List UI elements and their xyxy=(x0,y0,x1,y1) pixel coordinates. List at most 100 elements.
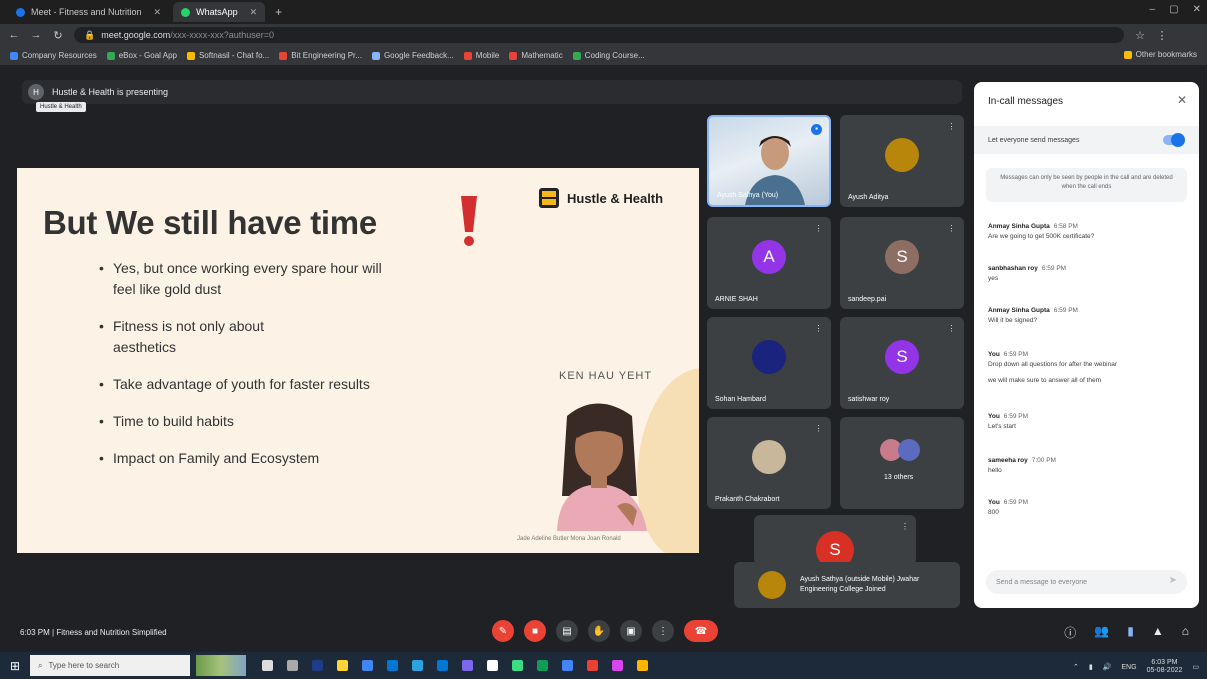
tab-label: Meet - Fitness and Nutrition xyxy=(31,7,142,17)
back-icon[interactable]: ← xyxy=(8,29,20,41)
file-explorer-icon[interactable] xyxy=(337,660,348,671)
participant-tile[interactable]: S ⋮ satishwar roy xyxy=(840,317,964,409)
app-icon[interactable] xyxy=(612,660,623,671)
windows-start-icon[interactable]: ⊞ xyxy=(0,652,30,679)
participant-name: sandeep.pai xyxy=(848,296,887,303)
bookmark-item[interactable]: eBox - Goal App xyxy=(106,51,177,60)
presenter-avatar: H xyxy=(28,84,44,100)
captions-button[interactable]: ▤ xyxy=(556,620,578,642)
info-icon[interactable]: ⓘ xyxy=(1064,624,1076,641)
star-icon[interactable]: ☆ xyxy=(1134,29,1146,42)
participant-tile[interactable]: ▪ Ayush Salhya (You) xyxy=(707,115,831,207)
app-icon[interactable] xyxy=(312,660,323,671)
url-input[interactable]: 🔒 meet.google.com /xxx-xxxx-xxx?authuser… xyxy=(74,27,1124,43)
exclamation-icon xyxy=(461,196,477,246)
camera-off-icon: ■ xyxy=(531,625,539,637)
participant-tile[interactable]: ⋮ Sohan Hambard xyxy=(707,317,831,409)
app-icon[interactable] xyxy=(512,660,523,671)
people-icon[interactable]: 👥 xyxy=(1094,624,1109,641)
mic-off-icon: ⋮ xyxy=(947,324,956,333)
task-view-icon[interactable] xyxy=(262,660,273,671)
brand-name: Hustle & Health xyxy=(567,190,664,206)
language-indicator[interactable]: ENG xyxy=(1121,664,1136,671)
activities-icon[interactable]: ▲ xyxy=(1152,624,1164,641)
participant-tile[interactable]: S ⋮ sandeep.pai xyxy=(840,217,964,309)
widgets-icon[interactable] xyxy=(287,660,298,671)
bookmark-item[interactable]: Company Resources xyxy=(10,51,97,60)
message-text: hello xyxy=(988,467,1002,474)
other-bookmarks[interactable]: Other bookmarks xyxy=(1123,50,1197,59)
app-icon[interactable] xyxy=(412,660,423,671)
slide-brand: Hustle & Health xyxy=(539,188,663,208)
reload-icon[interactable]: ↻ xyxy=(52,29,64,42)
allow-messages-toggle[interactable] xyxy=(1163,133,1185,147)
mic-off-icon: ⋮ xyxy=(814,224,823,233)
close-tab-icon[interactable]: ✕ xyxy=(250,7,258,18)
bookmark-item[interactable]: Mobile xyxy=(463,51,499,60)
send-icon[interactable]: ➤ xyxy=(1169,575,1177,586)
taskbar-search-input[interactable]: ⌕ Type here to search xyxy=(30,655,190,676)
windows-taskbar: ⊞ ⌕ Type here to search ⌃ ▮ 🔊 ENG 6:03 P… xyxy=(0,652,1207,679)
participant-tile[interactable]: ⋮ Prakanth Chakrabort xyxy=(707,417,831,509)
participant-avatar xyxy=(752,440,786,475)
chat-message-input[interactable]: Send a message to everyone ➤ xyxy=(986,570,1187,594)
participant-tile-others[interactable]: 13 others xyxy=(840,417,964,509)
bookmark-item[interactable]: Mathematic xyxy=(509,51,563,60)
tray-arrow-icon[interactable]: ⌃ xyxy=(1073,663,1079,671)
bookmark-item[interactable]: Bit Engineering Pr... xyxy=(279,51,362,60)
bookmark-icon xyxy=(371,51,380,60)
search-placeholder: Type here to search xyxy=(48,661,120,670)
clock[interactable]: 6:03 PM 05-08-2022 xyxy=(1147,659,1183,675)
app-icon[interactable] xyxy=(437,660,448,671)
volume-icon[interactable]: 🔊 xyxy=(1103,663,1112,671)
present-button[interactable]: ▣ xyxy=(620,620,642,642)
tab-label: WhatsApp xyxy=(196,7,238,17)
mic-off-icon: ⋮ xyxy=(814,324,823,333)
participant-tile[interactable]: A ⋮ ARNIE SHAH xyxy=(707,217,831,309)
app-icon[interactable] xyxy=(362,660,373,671)
lock-icon[interactable]: ⌂ xyxy=(1182,624,1189,641)
new-tab-button[interactable]: + xyxy=(269,5,288,19)
close-icon[interactable]: ✕ xyxy=(1177,93,1187,107)
minimize-button[interactable]: – xyxy=(1150,4,1156,15)
chat-icon[interactable]: ▮ xyxy=(1127,624,1134,641)
forward-icon[interactable]: → xyxy=(30,29,42,41)
participant-avatar: S xyxy=(816,531,854,565)
camera-toggle-button[interactable]: ■ xyxy=(524,620,546,642)
app-icon[interactable] xyxy=(462,660,473,671)
chrome-icon[interactable] xyxy=(537,660,548,671)
maximize-button[interactable]: ▢ xyxy=(1169,4,1178,15)
close-window-button[interactable]: ✕ xyxy=(1193,4,1201,15)
participant-tile[interactable]: ⋮ Ayush Aditya xyxy=(840,115,964,207)
presenting-tile[interactable]: S ⋮ xyxy=(754,515,916,565)
raise-hand-button[interactable]: ✋ xyxy=(588,620,610,642)
browser-tab-whatsapp[interactable]: WhatsApp ✕ xyxy=(173,2,266,22)
clock-date: 05-08-2022 xyxy=(1146,667,1183,674)
speaker-illustration xyxy=(557,403,647,531)
bookmark-item[interactable]: Softnasil - Chat fo... xyxy=(186,51,269,60)
app-icon[interactable] xyxy=(637,660,648,671)
shared-presentation: But We still have time Hustle & Health Y… xyxy=(17,168,699,553)
mic-toggle-button[interactable]: ✎ xyxy=(492,620,514,642)
battery-icon[interactable]: ▮ xyxy=(1089,663,1093,671)
bookmark-item[interactable]: Coding Course... xyxy=(572,51,645,60)
slide-title: But We still have time xyxy=(43,204,377,241)
leave-call-button[interactable]: ☎ xyxy=(684,620,718,642)
folder-icon xyxy=(1123,50,1132,59)
bullet-item: Take advantage of youth for faster resul… xyxy=(99,374,399,395)
more-options-button[interactable]: ⋮ xyxy=(652,620,674,642)
app-icon[interactable] xyxy=(387,660,398,671)
notification-icon[interactable]: ▭ xyxy=(1192,663,1199,671)
app-icon[interactable] xyxy=(562,660,573,671)
extensions-icon[interactable]: ⋮ xyxy=(1156,29,1168,42)
browser-tab-meet[interactable]: Meet - Fitness and Nutrition ✕ xyxy=(8,2,169,22)
toggle-label: Let everyone send messages xyxy=(988,136,1080,144)
hand-icon: ✋ xyxy=(592,625,606,637)
bookmark-item[interactable]: Google Feedback... xyxy=(371,51,454,60)
app-icon[interactable] xyxy=(587,660,598,671)
mic-off-icon: ⋮ xyxy=(814,424,823,433)
participant-avatar: S xyxy=(885,340,919,375)
participant-name: Prakanth Chakrabort xyxy=(715,496,780,503)
close-tab-icon[interactable]: ✕ xyxy=(154,7,162,18)
app-icon[interactable] xyxy=(487,660,498,671)
